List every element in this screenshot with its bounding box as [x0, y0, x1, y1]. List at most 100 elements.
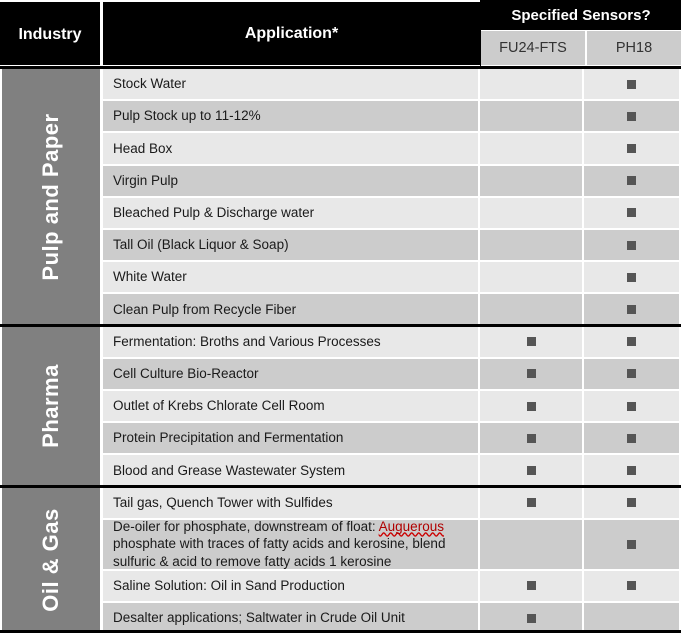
sensor-cell-ph18[interactable] — [584, 391, 679, 423]
sensor-cell-ph18[interactable] — [584, 294, 679, 326]
sensor-cell-fu24-fts[interactable] — [480, 455, 584, 487]
sensor-specified-marker-icon — [527, 402, 536, 411]
sensor-cell-ph18[interactable] — [584, 488, 679, 520]
sensor-cell-fu24-fts[interactable] — [480, 391, 584, 423]
application-cell: White Water — [103, 262, 480, 294]
sensor-empty-icon — [527, 80, 536, 89]
sensor-empty-icon — [527, 273, 536, 282]
industry-section: Pharma Fermentation: Broths and Various P… — [0, 324, 681, 485]
table-row[interactable]: Protein Precipitation and Fermentation — [103, 423, 681, 455]
sensor-application-table: Industry Application* Specified Sensors?… — [0, 0, 681, 635]
application-cell: Saline Solution: Oil in Sand Production — [103, 571, 480, 603]
sensor-empty-icon — [527, 241, 536, 250]
sensor-specified-marker-icon — [627, 466, 636, 475]
table-row[interactable]: Cell Culture Bio-Reactor — [103, 359, 681, 391]
sensor-cell-ph18[interactable] — [584, 69, 679, 101]
sensor-empty-icon — [627, 614, 636, 623]
table-row[interactable]: Tail gas, Quench Tower with Sulfides — [103, 488, 681, 520]
industry-section: Pulp and PaperStock WaterPulp Stock up t… — [0, 66, 681, 324]
sensor-cell-fu24-fts[interactable] — [480, 571, 584, 603]
sensor-cell-ph18[interactable] — [584, 166, 679, 198]
sensor-empty-icon — [527, 208, 536, 217]
application-cell: Stock Water — [103, 69, 480, 101]
table-row[interactable]: Outlet of Krebs Chlorate Cell Room — [103, 391, 681, 423]
sensor-cell-fu24-fts[interactable] — [480, 69, 584, 101]
sensor-specified-marker-icon — [627, 402, 636, 411]
sensor-empty-icon — [527, 112, 536, 121]
table-bottom-rule — [0, 630, 681, 633]
table-row[interactable]: White Water — [103, 262, 681, 294]
application-cell: Bleached Pulp & Discharge water — [103, 198, 480, 230]
sensor-cell-fu24-fts[interactable] — [480, 488, 584, 520]
table-row[interactable]: Fermentation: Broths and Various Process… — [103, 327, 681, 359]
sensor-specified-marker-icon — [627, 498, 636, 507]
table-row[interactable]: Pulp Stock up to 11-12% — [103, 101, 681, 133]
sensor-cell-ph18[interactable] — [584, 327, 679, 359]
sensor-specified-marker-icon — [527, 466, 536, 475]
sensor-specified-marker-icon — [527, 614, 536, 623]
sensor-cell-fu24-fts[interactable] — [480, 230, 584, 262]
sensor-specified-marker-icon — [627, 540, 636, 549]
table-row[interactable]: Saline Solution: Oil in Sand Production — [103, 571, 681, 603]
sensor-cell-ph18[interactable] — [584, 262, 679, 294]
sensor-cell-fu24-fts[interactable] — [480, 327, 584, 359]
table-row[interactable]: Tall Oil (Black Liquor & Soap) — [103, 230, 681, 262]
table-header: Industry Application* Specified Sensors?… — [0, 0, 681, 66]
application-cell: Tall Oil (Black Liquor & Soap) — [103, 230, 480, 262]
sensor-cell-ph18[interactable] — [584, 520, 679, 571]
sensor-cell-ph18[interactable] — [584, 230, 679, 262]
sensor-specified-marker-icon — [527, 581, 536, 590]
table-row[interactable]: Bleached Pulp & Discharge water — [103, 198, 681, 230]
sensor-empty-icon — [527, 144, 536, 153]
application-cell: Blood and Grease Wastewater System — [103, 455, 480, 487]
industry-section: Oil & GasTail gas, Quench Tower with Sul… — [0, 485, 681, 633]
section-rows: Stock WaterPulp Stock up to 11-12%Head B… — [103, 69, 681, 327]
sensor-cell-ph18[interactable] — [584, 455, 679, 487]
table-row[interactable]: Blood and Grease Wastewater System — [103, 455, 681, 487]
table-row[interactable]: Stock Water — [103, 69, 681, 101]
sensor-cell-fu24-fts[interactable] — [480, 198, 584, 230]
sensor-cell-ph18[interactable] — [584, 423, 679, 455]
application-text: De-oiler for phosphate, downstream of fl… — [113, 518, 466, 571]
table-row[interactable]: Clean Pulp from Recycle Fiber — [103, 294, 681, 326]
sensor-specified-marker-icon — [627, 273, 636, 282]
sensor-specified-marker-icon — [627, 581, 636, 590]
sensor-cell-fu24-fts[interactable] — [480, 166, 584, 198]
sensor-cell-ph18[interactable] — [584, 359, 679, 391]
sensor-cell-fu24-fts[interactable] — [480, 262, 584, 294]
sensor-cell-fu24-fts[interactable] — [480, 520, 584, 571]
application-cell: Outlet of Krebs Chlorate Cell Room — [103, 391, 480, 423]
section-rows: Tail gas, Quench Tower with SulfidesDe-o… — [103, 488, 681, 635]
sensor-specified-marker-icon — [627, 305, 636, 314]
application-cell: Cell Culture Bio-Reactor — [103, 359, 480, 391]
sensor-cell-fu24-fts[interactable] — [480, 101, 584, 133]
sensor-specified-marker-icon — [527, 498, 536, 507]
sensor-specified-marker-icon — [627, 434, 636, 443]
table-row[interactable]: Head Box — [103, 133, 681, 165]
header-specified-sensors: Specified Sensors? — [481, 0, 681, 30]
industry-cell: Pulp and Paper — [2, 69, 100, 325]
industry-cell: Pharma — [2, 327, 100, 486]
sensor-specified-marker-icon — [627, 337, 636, 346]
sensor-cell-fu24-fts[interactable] — [480, 294, 584, 326]
application-cell: Pulp Stock up to 11-12% — [103, 101, 480, 133]
sensor-specified-marker-icon — [627, 241, 636, 250]
sensor-cell-ph18[interactable] — [584, 571, 679, 603]
header-industry: Industry — [0, 2, 100, 65]
application-cell: Clean Pulp from Recycle Fiber — [103, 294, 480, 326]
sensor-cell-fu24-fts[interactable] — [480, 359, 584, 391]
sensor-cell-ph18[interactable] — [584, 101, 679, 133]
sensor-cell-ph18[interactable] — [584, 133, 679, 165]
sensor-specified-marker-icon — [627, 176, 636, 185]
table-row[interactable]: Virgin Pulp — [103, 166, 681, 198]
table-row[interactable]: De-oiler for phosphate, downstream of fl… — [103, 520, 681, 571]
application-cell: Virgin Pulp — [103, 166, 480, 198]
industry-label: Pharma — [38, 364, 64, 448]
sensor-specified-marker-icon — [627, 144, 636, 153]
header-sensor-column-ph18: PH18 — [587, 31, 681, 65]
sensor-cell-fu24-fts[interactable] — [480, 133, 584, 165]
sensor-cell-fu24-fts[interactable] — [480, 423, 584, 455]
sensor-specified-marker-icon — [627, 369, 636, 378]
sensor-cell-ph18[interactable] — [584, 198, 679, 230]
sensor-specified-marker-icon — [527, 337, 536, 346]
